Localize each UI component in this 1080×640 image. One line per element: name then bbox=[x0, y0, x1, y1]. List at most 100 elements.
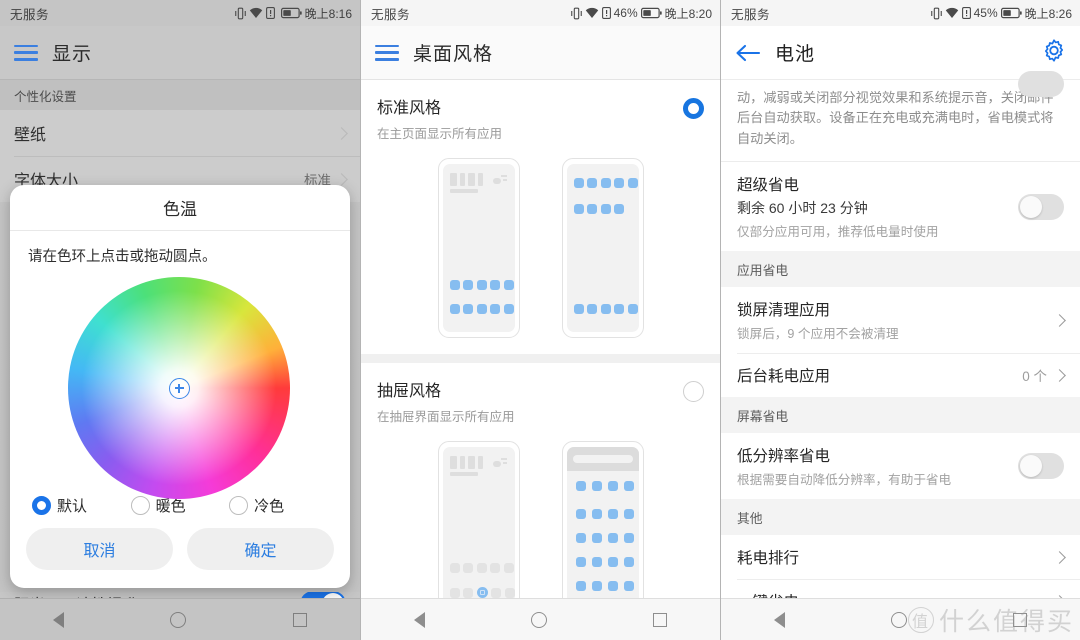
cutoff-toggle[interactable] bbox=[1018, 71, 1064, 97]
carrier-label: 无服务 bbox=[371, 7, 411, 22]
battery-row-lockscreen-cleanup[interactable]: 锁屏清理应用 锁屏后，9 个应用不会被清理 bbox=[721, 287, 1080, 353]
ultra-power-saving-toggle[interactable] bbox=[1018, 193, 1064, 220]
style-radio-drawer[interactable] bbox=[683, 381, 704, 402]
nav-back-icon[interactable] bbox=[774, 611, 785, 628]
app-icon-row bbox=[575, 481, 634, 491]
description-text: 动，减弱或关闭部分视觉效果和系统提示音，关闭邮件后台自动获取。设备正在充电或充满… bbox=[737, 90, 1054, 146]
app-icon-row bbox=[573, 178, 638, 188]
vibrate-icon bbox=[570, 7, 582, 20]
nav-recent-icon[interactable] bbox=[292, 612, 307, 627]
row-text: 超级省电 剩余 60 小时 23 分钟 仅部分应用可用，推荐低电量时使用 bbox=[737, 173, 1018, 240]
sim-alert-icon bbox=[961, 7, 971, 19]
battery-row-low-resolution[interactable]: 低分辨率省电 根据需要自动降低分辨率，有助于省电 bbox=[721, 433, 1080, 499]
chevron-right-icon bbox=[1053, 313, 1066, 327]
battery-percent-label: 46% bbox=[613, 6, 638, 20]
phone-preview-drawer bbox=[561, 441, 644, 621]
battery-row-ultra-power-saving[interactable]: 超级省电 剩余 60 小时 23 分钟 仅部分应用可用，推荐低电量时使用 bbox=[721, 162, 1080, 251]
nav-home-icon[interactable] bbox=[891, 611, 907, 628]
status-bar: 无服务 45% 晚上8:26 bbox=[721, 0, 1080, 26]
app-drawer-icon bbox=[476, 587, 488, 598]
color-wheel-handle[interactable] bbox=[168, 377, 190, 399]
row-text: 锁屏清理应用 锁屏后，9 个应用不会被清理 bbox=[737, 298, 1055, 342]
phone-screen bbox=[566, 447, 639, 615]
nav-recent-icon[interactable] bbox=[653, 612, 667, 627]
nav-home-icon[interactable] bbox=[531, 611, 547, 628]
style-header: 抽屉风格 在抽屉界面显示所有应用 bbox=[377, 377, 704, 425]
widget-placeholder-icon bbox=[449, 456, 483, 469]
chevron-right-icon bbox=[1053, 368, 1066, 382]
carrier-label: 无服务 bbox=[731, 7, 771, 22]
row-text: 耗电排行 bbox=[737, 546, 1055, 568]
style-option-drawer[interactable]: 抽屉风格 在抽屉界面显示所有应用 bbox=[361, 354, 720, 637]
cancel-button[interactable]: 取消 bbox=[26, 528, 173, 570]
battery-row-power-ranking[interactable]: 耗电排行 bbox=[721, 535, 1080, 579]
style-option-standard[interactable]: 标准风格 在主页面显示所有应用 bbox=[361, 80, 720, 354]
style-desc: 在主页面显示所有应用 bbox=[377, 127, 503, 141]
confirm-button[interactable]: 确定 bbox=[187, 528, 334, 570]
nav-recent-icon[interactable] bbox=[1013, 612, 1027, 627]
app-icon-row bbox=[575, 581, 634, 591]
group-label: 屏幕省电 bbox=[737, 409, 789, 425]
phone-screen bbox=[442, 447, 515, 615]
dialog-actions: 取消 确定 bbox=[10, 524, 350, 588]
color-temperature-dialog: 色温 请在色环上点击或拖动圆点。 默认 暖色 冷色 取消 确定 bbox=[10, 185, 350, 588]
style-header: 标准风格 在主页面显示所有应用 bbox=[377, 94, 704, 142]
style-name: 标准风格 bbox=[377, 100, 442, 117]
dialog-title: 色温 bbox=[10, 185, 350, 231]
style-radio-standard[interactable] bbox=[683, 98, 704, 119]
battery-percent-label: 45% bbox=[973, 6, 998, 20]
sim-alert-icon bbox=[601, 7, 611, 19]
nav-back-icon[interactable] bbox=[53, 611, 65, 628]
back-arrow-icon[interactable] bbox=[735, 43, 761, 63]
app-icon-row bbox=[449, 304, 514, 314]
app-icon-row bbox=[573, 204, 624, 214]
radio-icon bbox=[32, 496, 51, 515]
gear-icon[interactable] bbox=[1042, 38, 1066, 67]
battery-group-app-saving: 应用省电 bbox=[721, 251, 1080, 288]
radio-icon bbox=[229, 496, 249, 515]
power-saving-description: 动，减弱或关闭部分视觉效果和系统提示音，关闭邮件后台自动获取。设备正在充电或充满… bbox=[721, 71, 1080, 163]
nav-home-icon[interactable] bbox=[170, 611, 187, 628]
radio-label: 冷色 bbox=[254, 498, 285, 515]
battery-group-other: 其他 bbox=[721, 499, 1080, 536]
row-count: 0 个 bbox=[1022, 369, 1047, 385]
battery-icon bbox=[640, 7, 662, 19]
screenshot-root: 无服务 晚上8:16 显示 个性化设置 壁纸 字体大小 标准 色温 请在色环上点… bbox=[0, 0, 1080, 640]
battery-group-screen-saving: 屏幕省电 bbox=[721, 397, 1080, 434]
page-title: 电池 bbox=[775, 44, 816, 65]
phone-preview-home bbox=[437, 158, 520, 338]
style-text: 抽屉风格 在抽屉界面显示所有应用 bbox=[377, 377, 683, 425]
widget-placeholder-icon bbox=[449, 173, 483, 186]
phone-preview-home bbox=[437, 441, 520, 621]
app-icon-row bbox=[575, 509, 634, 519]
battery-settings-list: 动，减弱或关闭部分视觉效果和系统提示音，关闭邮件后台自动获取。设备正在充电或充满… bbox=[721, 71, 1080, 640]
wifi-icon bbox=[585, 7, 599, 19]
row-title: 耗电排行 bbox=[737, 550, 800, 568]
phone-preview-apps bbox=[561, 158, 644, 338]
phone-screen bbox=[566, 164, 639, 332]
widget-bar-placeholder bbox=[449, 189, 478, 193]
group-label: 其他 bbox=[737, 511, 763, 527]
row-text: 后台耗电应用 bbox=[737, 364, 1022, 386]
row-desc: 仅部分应用可用，推荐低电量时使用 bbox=[737, 225, 939, 240]
plus-icon bbox=[174, 383, 184, 393]
radio-option-cool[interactable]: 冷色 bbox=[229, 495, 328, 516]
battery-row-background-drain-apps[interactable]: 后台耗电应用 0 个 bbox=[721, 353, 1080, 397]
status-icons: 45% 晚上8:26 bbox=[930, 5, 1072, 22]
color-wheel[interactable] bbox=[68, 277, 290, 499]
app-icon-row bbox=[575, 557, 634, 567]
nav-back-icon[interactable] bbox=[414, 611, 425, 628]
radio-option-default[interactable]: 默认 bbox=[32, 495, 131, 516]
weather-icon bbox=[492, 457, 507, 468]
app-dock-row bbox=[449, 587, 515, 598]
navigation-bar bbox=[361, 598, 720, 640]
navigation-bar bbox=[0, 598, 360, 640]
low-resolution-toggle[interactable] bbox=[1018, 453, 1064, 480]
style-name: 抽屉风格 bbox=[377, 383, 442, 400]
hamburger-icon[interactable] bbox=[375, 44, 399, 61]
vibrate-icon bbox=[930, 7, 942, 20]
widget-bar-placeholder bbox=[449, 472, 478, 476]
row-title: 低分辨率省电 bbox=[737, 448, 831, 466]
radio-label: 默认 bbox=[57, 498, 88, 515]
page-title: 桌面风格 bbox=[413, 44, 494, 65]
